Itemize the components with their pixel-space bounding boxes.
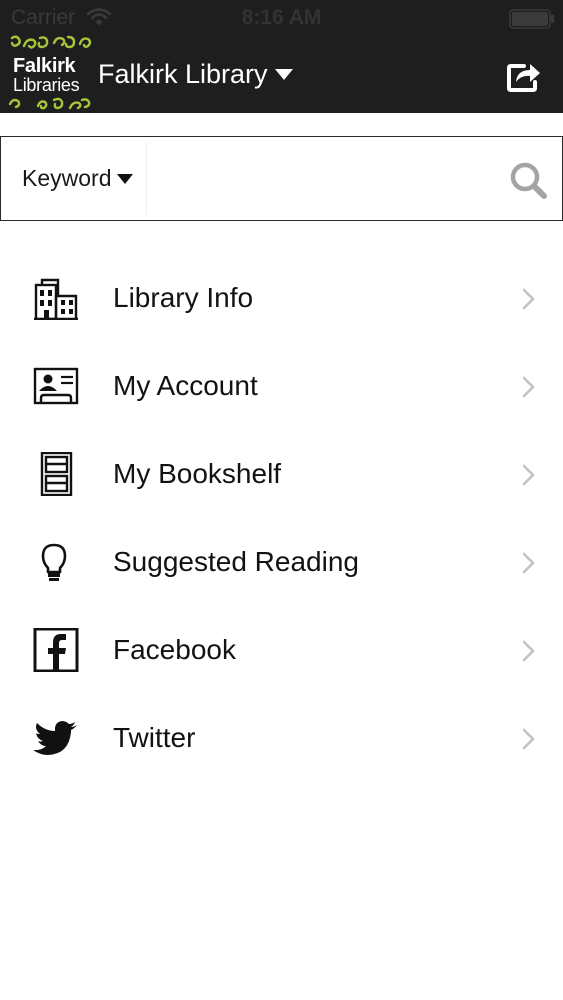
search-scope-label: Keyword (22, 165, 112, 191)
chevron-right-icon (519, 463, 539, 487)
twitter-icon (32, 716, 80, 760)
bookshelf-icon (32, 451, 80, 497)
menu-item-label: My Account (113, 370, 258, 401)
menu-item-twitter[interactable]: Twitter (0, 694, 563, 782)
caret-down-icon (274, 68, 293, 80)
status-time: 8:16 AM (241, 6, 322, 29)
search-divider (146, 143, 147, 214)
search-scope-dropdown[interactable]: Keyword (1, 137, 146, 220)
chevron-right-icon (519, 639, 539, 663)
logo-text-libraries: Libraries (13, 75, 80, 95)
menu-item-label: Twitter (113, 722, 196, 753)
main-menu: Library Info My Account My Bookshelf Sug… (0, 254, 563, 782)
caret-down-icon (117, 173, 134, 184)
menu-item-label: Suggested Reading (113, 546, 359, 577)
menu-item-library-info[interactable]: Library Info (0, 254, 563, 342)
chevron-right-icon (519, 375, 539, 399)
search-bar: Keyword (0, 136, 563, 221)
menu-item-label: My Bookshelf (113, 458, 282, 489)
menu-item-suggested-reading[interactable]: Suggested Reading (0, 518, 563, 606)
menu-item-label: Library Info (113, 282, 254, 313)
logo-text-falkirk: Falkirk (13, 55, 76, 77)
library-selector[interactable]: Falkirk Library (98, 56, 293, 92)
id-card-icon (32, 364, 80, 408)
falkirk-libraries-logo: Falkirk Libraries (8, 34, 94, 112)
library-title: Falkirk Library (98, 58, 268, 89)
battery-icon (509, 9, 555, 29)
lightbulb-icon (32, 540, 80, 584)
menu-item-label: Facebook (113, 634, 236, 665)
share-button[interactable] (504, 57, 544, 95)
menu-item-facebook[interactable]: Facebook (0, 606, 563, 694)
search-input[interactable] (151, 147, 495, 211)
chevron-right-icon (519, 287, 539, 311)
chevron-right-icon (519, 727, 539, 751)
facebook-icon (32, 627, 80, 673)
app-header: Carrier 8:16 AM Falkirk Libraries Falkir… (0, 0, 563, 113)
menu-item-my-account[interactable]: My Account (0, 342, 563, 430)
building-icon (32, 276, 80, 321)
chevron-right-icon (519, 551, 539, 575)
share-icon (507, 64, 540, 92)
status-bar: Carrier 8:16 AM (0, 0, 563, 36)
search-icon (510, 162, 547, 199)
menu-item-my-bookshelf[interactable]: My Bookshelf (0, 430, 563, 518)
search-button[interactable] (508, 160, 548, 200)
